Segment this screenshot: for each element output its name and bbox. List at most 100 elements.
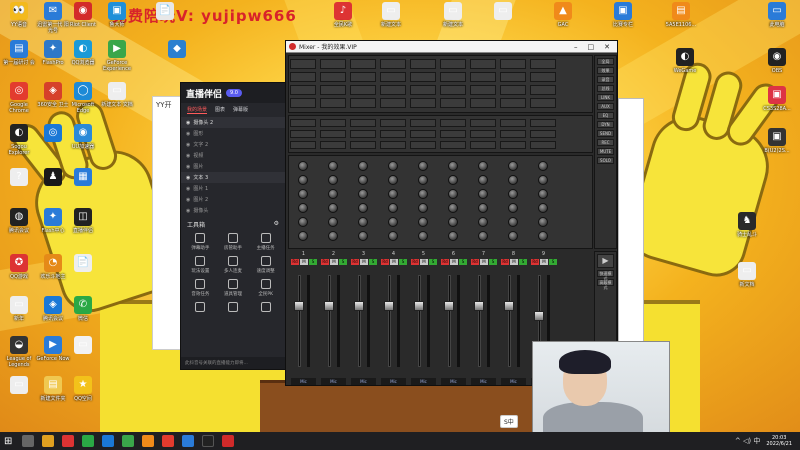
desktop-icon[interactable]: ◈ 360安全 卫士	[36, 82, 70, 108]
channel-knob[interactable]	[478, 217, 488, 227]
scene-item[interactable]: ◉ 文字 2	[181, 139, 285, 150]
send-slot[interactable]	[320, 130, 346, 138]
record-button[interactable]: Rd	[351, 259, 359, 265]
tool-item[interactable]: 道具管理	[217, 279, 250, 297]
channel-knob[interactable]	[478, 175, 488, 185]
mixer-side-button[interactable]: 录音	[597, 76, 614, 83]
insert-slot[interactable]	[290, 72, 316, 82]
mixer-side-button[interactable]: 效果	[597, 67, 614, 74]
send-slot[interactable]	[410, 119, 436, 127]
channel-knob[interactable]	[418, 203, 428, 213]
scene-item[interactable]: ◉ 文本 3	[181, 172, 285, 183]
tool-item[interactable]	[217, 302, 250, 314]
desktop-icon[interactable]: ▤ 第一届研讨 会	[2, 40, 36, 66]
visibility-icon[interactable]: ◉	[186, 208, 190, 214]
insert-slot[interactable]	[530, 72, 556, 82]
desktop-icon[interactable]: ✆ 微信	[66, 296, 100, 322]
minimize-button[interactable]: –	[574, 43, 578, 51]
fader-handle[interactable]	[354, 301, 364, 311]
mixer-side-button[interactable]: 总线	[597, 85, 614, 92]
send-slot[interactable]	[500, 141, 526, 149]
tool-item[interactable]: 音效任务	[184, 279, 217, 297]
solo-button[interactable]: S	[429, 259, 437, 265]
solo-button[interactable]: S	[399, 259, 407, 265]
channel-knob[interactable]	[298, 231, 308, 241]
send-slot[interactable]	[290, 130, 316, 138]
fader-handle[interactable]	[384, 301, 394, 311]
mode-button[interactable]: 快速模式	[597, 270, 614, 281]
mixer-side-button[interactable]: REC	[597, 139, 614, 146]
tool-item[interactable]: 多人连麦	[217, 256, 250, 274]
channel-knob[interactable]	[328, 161, 338, 171]
channel-knob[interactable]	[298, 217, 308, 227]
channel-knob[interactable]	[388, 231, 398, 241]
insert-slot[interactable]	[470, 59, 496, 69]
channel-knob[interactable]	[448, 231, 458, 241]
desktop-icon[interactable]: ▦	[66, 168, 100, 188]
channel-knob[interactable]	[448, 161, 458, 171]
desktop-icon[interactable]: ▲ GAC	[546, 2, 580, 28]
scene-item[interactable]: ◉ 图片 1	[181, 183, 285, 194]
channel-knob[interactable]	[538, 189, 548, 199]
desktop-icon[interactable]: ♪ 全民K歌	[326, 2, 360, 28]
solo-button[interactable]: S	[309, 259, 317, 265]
send-slot[interactable]	[320, 141, 346, 149]
insert-slot[interactable]	[380, 59, 406, 69]
channel-knob[interactable]	[298, 175, 308, 185]
insert-slot[interactable]	[320, 98, 346, 108]
insert-slot[interactable]	[530, 98, 556, 108]
channel-knob[interactable]	[358, 161, 368, 171]
desktop-icon[interactable]: ?	[2, 168, 36, 188]
mute-button[interactable]: M	[540, 259, 548, 265]
fader-handle[interactable]	[294, 301, 304, 311]
channel-knob[interactable]	[388, 175, 398, 185]
channel-knob[interactable]	[358, 217, 368, 227]
channel-knob[interactable]	[478, 203, 488, 213]
desktop-icon[interactable]: ▭	[2, 376, 36, 396]
insert-slot[interactable]	[530, 59, 556, 69]
channel-knob[interactable]	[538, 175, 548, 185]
live-companion-window[interactable]: 直播伴侣 9.0 我的场景 图表 弹幕版 ◉ 摄像头 2 ◉ 图形 ◉ 文字 2 ◉ 视频 ◉ 图片 ◉…	[180, 82, 286, 370]
send-slot[interactable]	[410, 141, 436, 149]
insert-slot[interactable]	[440, 59, 466, 69]
channel-knob[interactable]	[418, 161, 428, 171]
chrome-icon[interactable]	[162, 435, 175, 447]
fader-handle[interactable]	[504, 301, 514, 311]
app-icon[interactable]	[122, 435, 135, 447]
channel-knob[interactable]	[358, 203, 368, 213]
solo-button[interactable]: S	[459, 259, 467, 265]
mixer-side-button[interactable]: SOLO	[597, 157, 614, 164]
send-slot[interactable]	[530, 130, 556, 138]
send-slot[interactable]	[410, 130, 436, 138]
mixer-side-button[interactable]: EQ	[597, 112, 614, 119]
companion-tab[interactable]: 我的场景	[187, 106, 208, 114]
insert-slot[interactable]	[290, 98, 316, 108]
desktop-icon[interactable]: ▭ 新文档	[730, 262, 764, 288]
record-button[interactable]: Rd	[411, 259, 419, 265]
app-icon[interactable]	[142, 435, 155, 447]
desktop-icon[interactable]: ◍ 腾讯会议	[2, 208, 36, 234]
fader-handle[interactable]	[324, 301, 334, 311]
tool-item[interactable]: 弹幕助手	[184, 233, 217, 251]
desktop-icon[interactable]: ▭	[66, 336, 100, 356]
insert-slot[interactable]	[320, 72, 346, 82]
send-slot[interactable]	[350, 119, 376, 127]
browser-icon[interactable]	[102, 435, 115, 447]
channel-knob[interactable]	[538, 217, 548, 227]
insert-slot[interactable]	[350, 85, 376, 95]
solo-button[interactable]: S	[369, 259, 377, 265]
insert-slot[interactable]	[410, 59, 436, 69]
channel-knob[interactable]	[358, 231, 368, 241]
mute-button[interactable]: M	[450, 259, 458, 265]
desktop-icon[interactable]: ★ QQ空间	[66, 376, 100, 402]
desktop-icon[interactable]: ◐ Sogou Explorer	[2, 124, 36, 156]
channel-knob[interactable]	[478, 231, 488, 241]
channel-knob[interactable]	[418, 217, 428, 227]
companion-tab[interactable]: 图表	[215, 106, 225, 114]
insert-slot[interactable]	[530, 85, 556, 95]
record-button[interactable]: Rd	[321, 259, 329, 265]
desktop-icon[interactable]: ◫ 直播伴侣	[66, 208, 100, 234]
channel-knob[interactable]	[508, 161, 518, 171]
channel-knob[interactable]	[328, 203, 338, 213]
desktop-icon[interactable]: ◉ Riot Client	[66, 2, 100, 28]
